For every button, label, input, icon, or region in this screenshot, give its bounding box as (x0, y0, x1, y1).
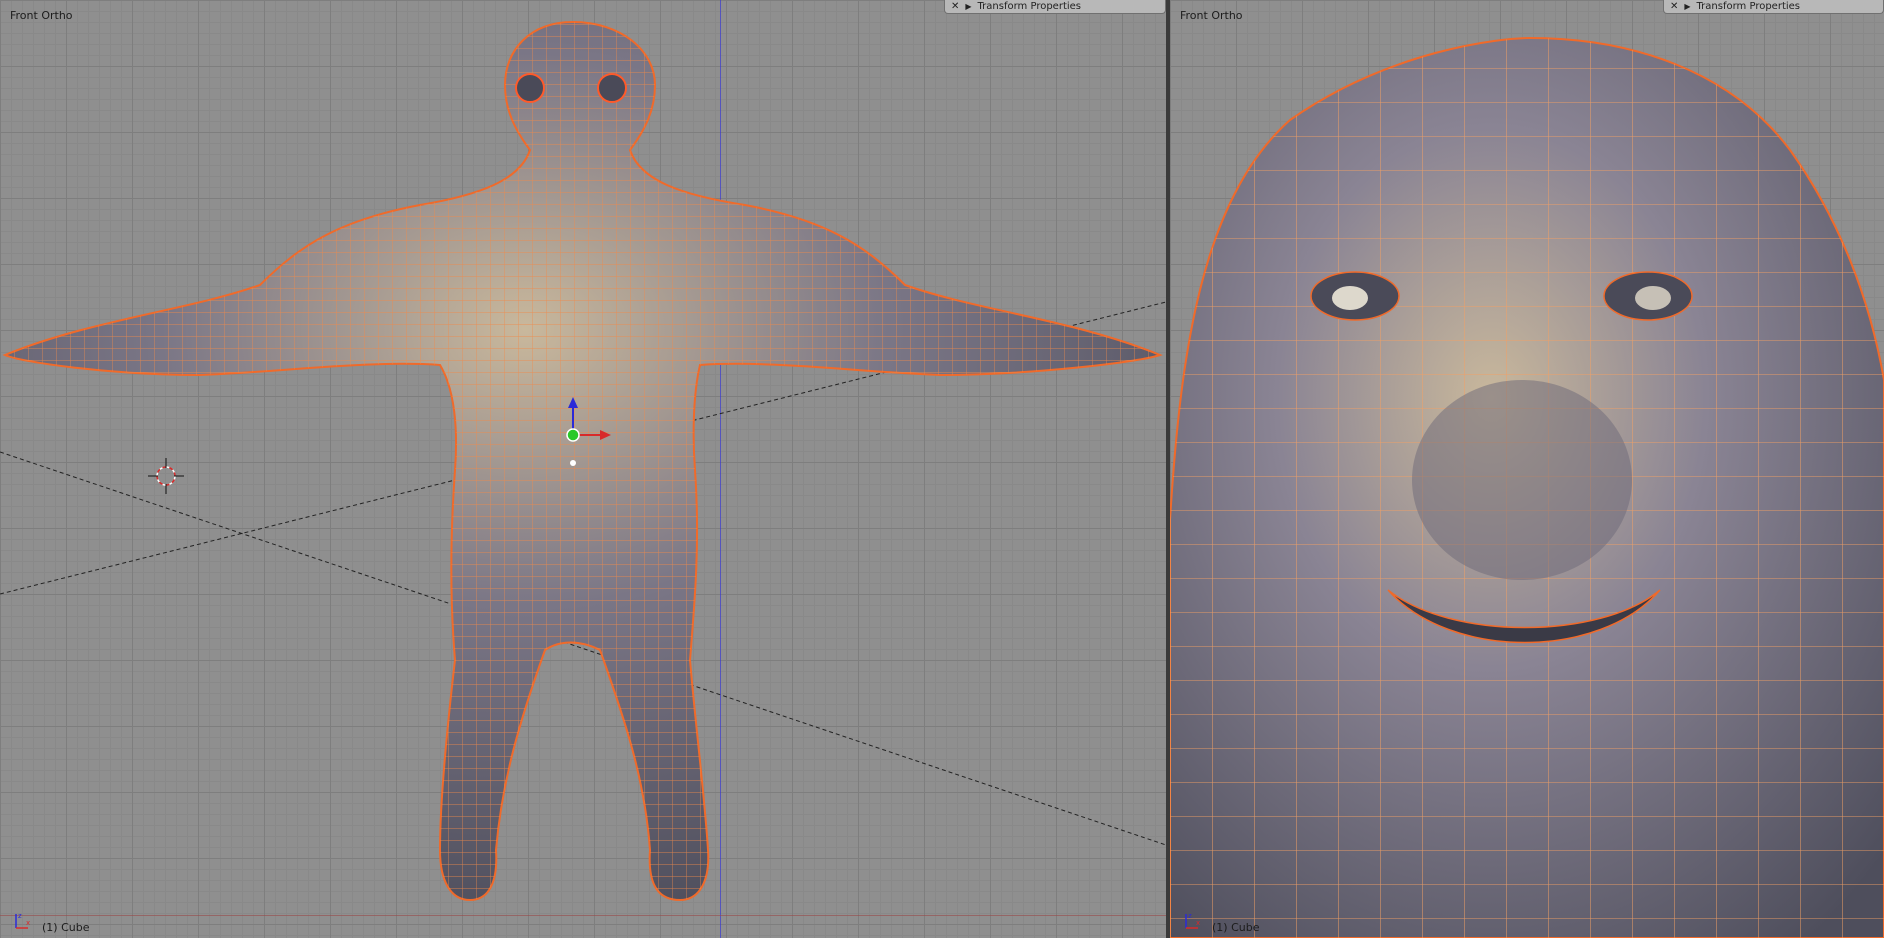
close-icon[interactable]: ✕ (951, 1, 959, 12)
svg-text:x: x (26, 919, 30, 927)
panel-title: Transform Properties (977, 1, 1082, 12)
viewport-front-ortho-right[interactable]: Front Ortho ✕ ▶ Transform Properties z x… (1170, 0, 1884, 938)
object-label: (1) Cube (42, 921, 90, 934)
panel-title: Transform Properties (1696, 1, 1801, 12)
eye-right (597, 73, 627, 103)
svg-text:z: z (1188, 912, 1192, 920)
view-label: Front Ortho (10, 9, 73, 22)
eye-left-ball (1332, 286, 1368, 310)
scene-canvas (0, 20, 1166, 902)
transform-properties-panel[interactable]: ✕ ▶ Transform Properties (1663, 0, 1884, 14)
transform-properties-panel[interactable]: ✕ ▶ Transform Properties (944, 0, 1166, 14)
scene-canvas (1170, 36, 1884, 938)
nose (1412, 380, 1632, 580)
character-head-closeup[interactable] (1170, 36, 1884, 938)
object-label: (1) Cube (1212, 921, 1260, 934)
x-axis-line (0, 915, 1166, 916)
eye-right-ball (1635, 286, 1671, 310)
view-label: Front Ortho (1180, 9, 1243, 22)
axis-gizmo-icon: z x (15, 912, 30, 929)
viewport-front-ortho-left[interactable]: Front Ortho ✕ ▶ Transform Properties z x… (0, 0, 1166, 938)
svg-text:x: x (1196, 919, 1200, 927)
character-mesh[interactable] (2, 20, 1163, 902)
eye-left (515, 73, 545, 103)
collapse-arrow-icon[interactable]: ▶ (965, 2, 971, 11)
collapse-arrow-icon[interactable]: ▶ (1684, 2, 1690, 11)
3d-cursor-icon[interactable] (148, 458, 184, 494)
axis-gizmo-icon: z x (1185, 912, 1200, 929)
close-icon[interactable]: ✕ (1670, 1, 1678, 12)
svg-text:z: z (18, 912, 22, 920)
